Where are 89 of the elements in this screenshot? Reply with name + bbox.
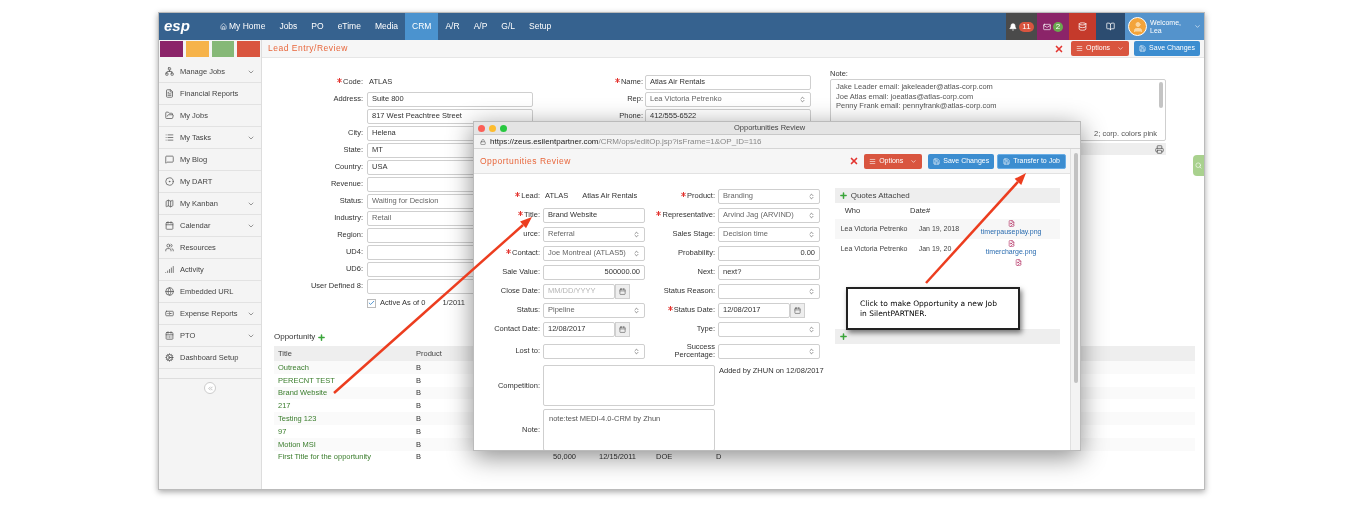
nav-tab[interactable]: My Home [213, 13, 273, 40]
calendar-button[interactable] [615, 283, 630, 299]
checkbox[interactable] [367, 298, 376, 308]
add-icon[interactable] [838, 332, 848, 341]
notifications-button[interactable]: 11 [1006, 13, 1037, 40]
updown-icon [633, 230, 640, 238]
nav-tab[interactable]: G/L [494, 13, 523, 40]
select-field[interactable] [543, 343, 645, 359]
people-icon [165, 243, 174, 252]
add-icon[interactable] [317, 332, 327, 342]
color-swatch[interactable] [237, 41, 260, 57]
collapse-button[interactable] [204, 382, 216, 394]
file-icon [1014, 259, 1022, 266]
menu-icon [869, 157, 877, 165]
home-icon [220, 23, 227, 30]
file-icon [1007, 240, 1015, 248]
count-badge: 11 [1019, 21, 1034, 32]
updown-icon [633, 347, 640, 355]
lock-icon [480, 138, 486, 145]
double-chevron-icon [206, 384, 214, 392]
save-icon [1003, 157, 1011, 165]
nav-tab[interactable]: Jobs [272, 13, 305, 40]
add-icon[interactable] [838, 191, 848, 200]
database-button[interactable] [1069, 13, 1096, 40]
scrollbar[interactable] [1070, 149, 1080, 450]
text-area[interactable] [543, 365, 715, 406]
nav-tab[interactable]: Media [367, 13, 406, 40]
caret-icon [910, 157, 918, 165]
calendar-icon [794, 306, 801, 314]
banknote-icon [165, 309, 174, 318]
bell-icon [1009, 22, 1018, 31]
bars-icon [165, 265, 174, 274]
nav-tab[interactable]: A/P [466, 13, 495, 40]
select-field[interactable] [718, 321, 820, 337]
book-icon [1106, 22, 1115, 31]
select-field[interactable] [718, 283, 820, 299]
globe-icon [165, 287, 174, 296]
hierarchy-icon [165, 67, 174, 76]
close-icon[interactable] [849, 156, 860, 166]
save-icon [1139, 45, 1147, 52]
menu-icon [1075, 45, 1083, 52]
updown-icon [808, 211, 815, 219]
updown-icon [808, 230, 815, 238]
updown-icon [633, 306, 640, 314]
nav-tab[interactable]: CRM [405, 13, 439, 40]
side-tab[interactable] [1193, 155, 1204, 176]
book-button[interactable] [1096, 13, 1125, 40]
database-icon [1078, 22, 1087, 31]
updown-icon [799, 95, 806, 103]
map-icon [165, 199, 174, 208]
updown-icon [808, 347, 815, 355]
folder-icon [165, 111, 174, 120]
updown-icon [808, 287, 815, 295]
calendar-icon [165, 331, 174, 340]
report-icon [165, 89, 174, 98]
nav-tab[interactable]: PO [304, 13, 331, 40]
updown-icon [808, 192, 815, 200]
select-field[interactable] [718, 343, 820, 359]
chat-icon [165, 155, 174, 164]
color-swatch[interactable] [185, 41, 209, 57]
calendar-icon [165, 221, 174, 230]
nav-tab[interactable]: eTime [330, 13, 368, 40]
list-icon [165, 133, 174, 142]
calendar-button[interactable] [790, 302, 805, 318]
section-title: Quotes Attached [850, 189, 910, 202]
print-icon[interactable] [1155, 144, 1164, 154]
count-badge: 2 [1052, 21, 1064, 32]
calendar-icon [619, 325, 626, 333]
updown-icon [633, 249, 640, 257]
check-icon [368, 299, 375, 307]
calendar-icon [619, 287, 626, 295]
search-icon [1195, 162, 1202, 169]
save-icon [933, 157, 941, 165]
target-icon [165, 177, 174, 186]
caret-icon [1194, 23, 1201, 30]
file-icon [1007, 220, 1015, 228]
caret-icon [1117, 45, 1125, 52]
color-swatch[interactable] [160, 41, 183, 57]
nav-tab[interactable]: Setup [522, 13, 559, 40]
calendar-button[interactable] [615, 321, 630, 337]
updown-icon [808, 325, 815, 333]
logo[interactable]: esp [164, 15, 209, 38]
mail-icon [1042, 22, 1051, 31]
color-swatch[interactable] [211, 41, 235, 57]
section-title: Opportunity [274, 331, 316, 343]
close-icon[interactable] [1053, 43, 1064, 54]
gears-icon [165, 353, 174, 362]
nav-tab[interactable]: A/R [438, 13, 467, 40]
page-title: Lead Entry/Review [268, 42, 348, 55]
